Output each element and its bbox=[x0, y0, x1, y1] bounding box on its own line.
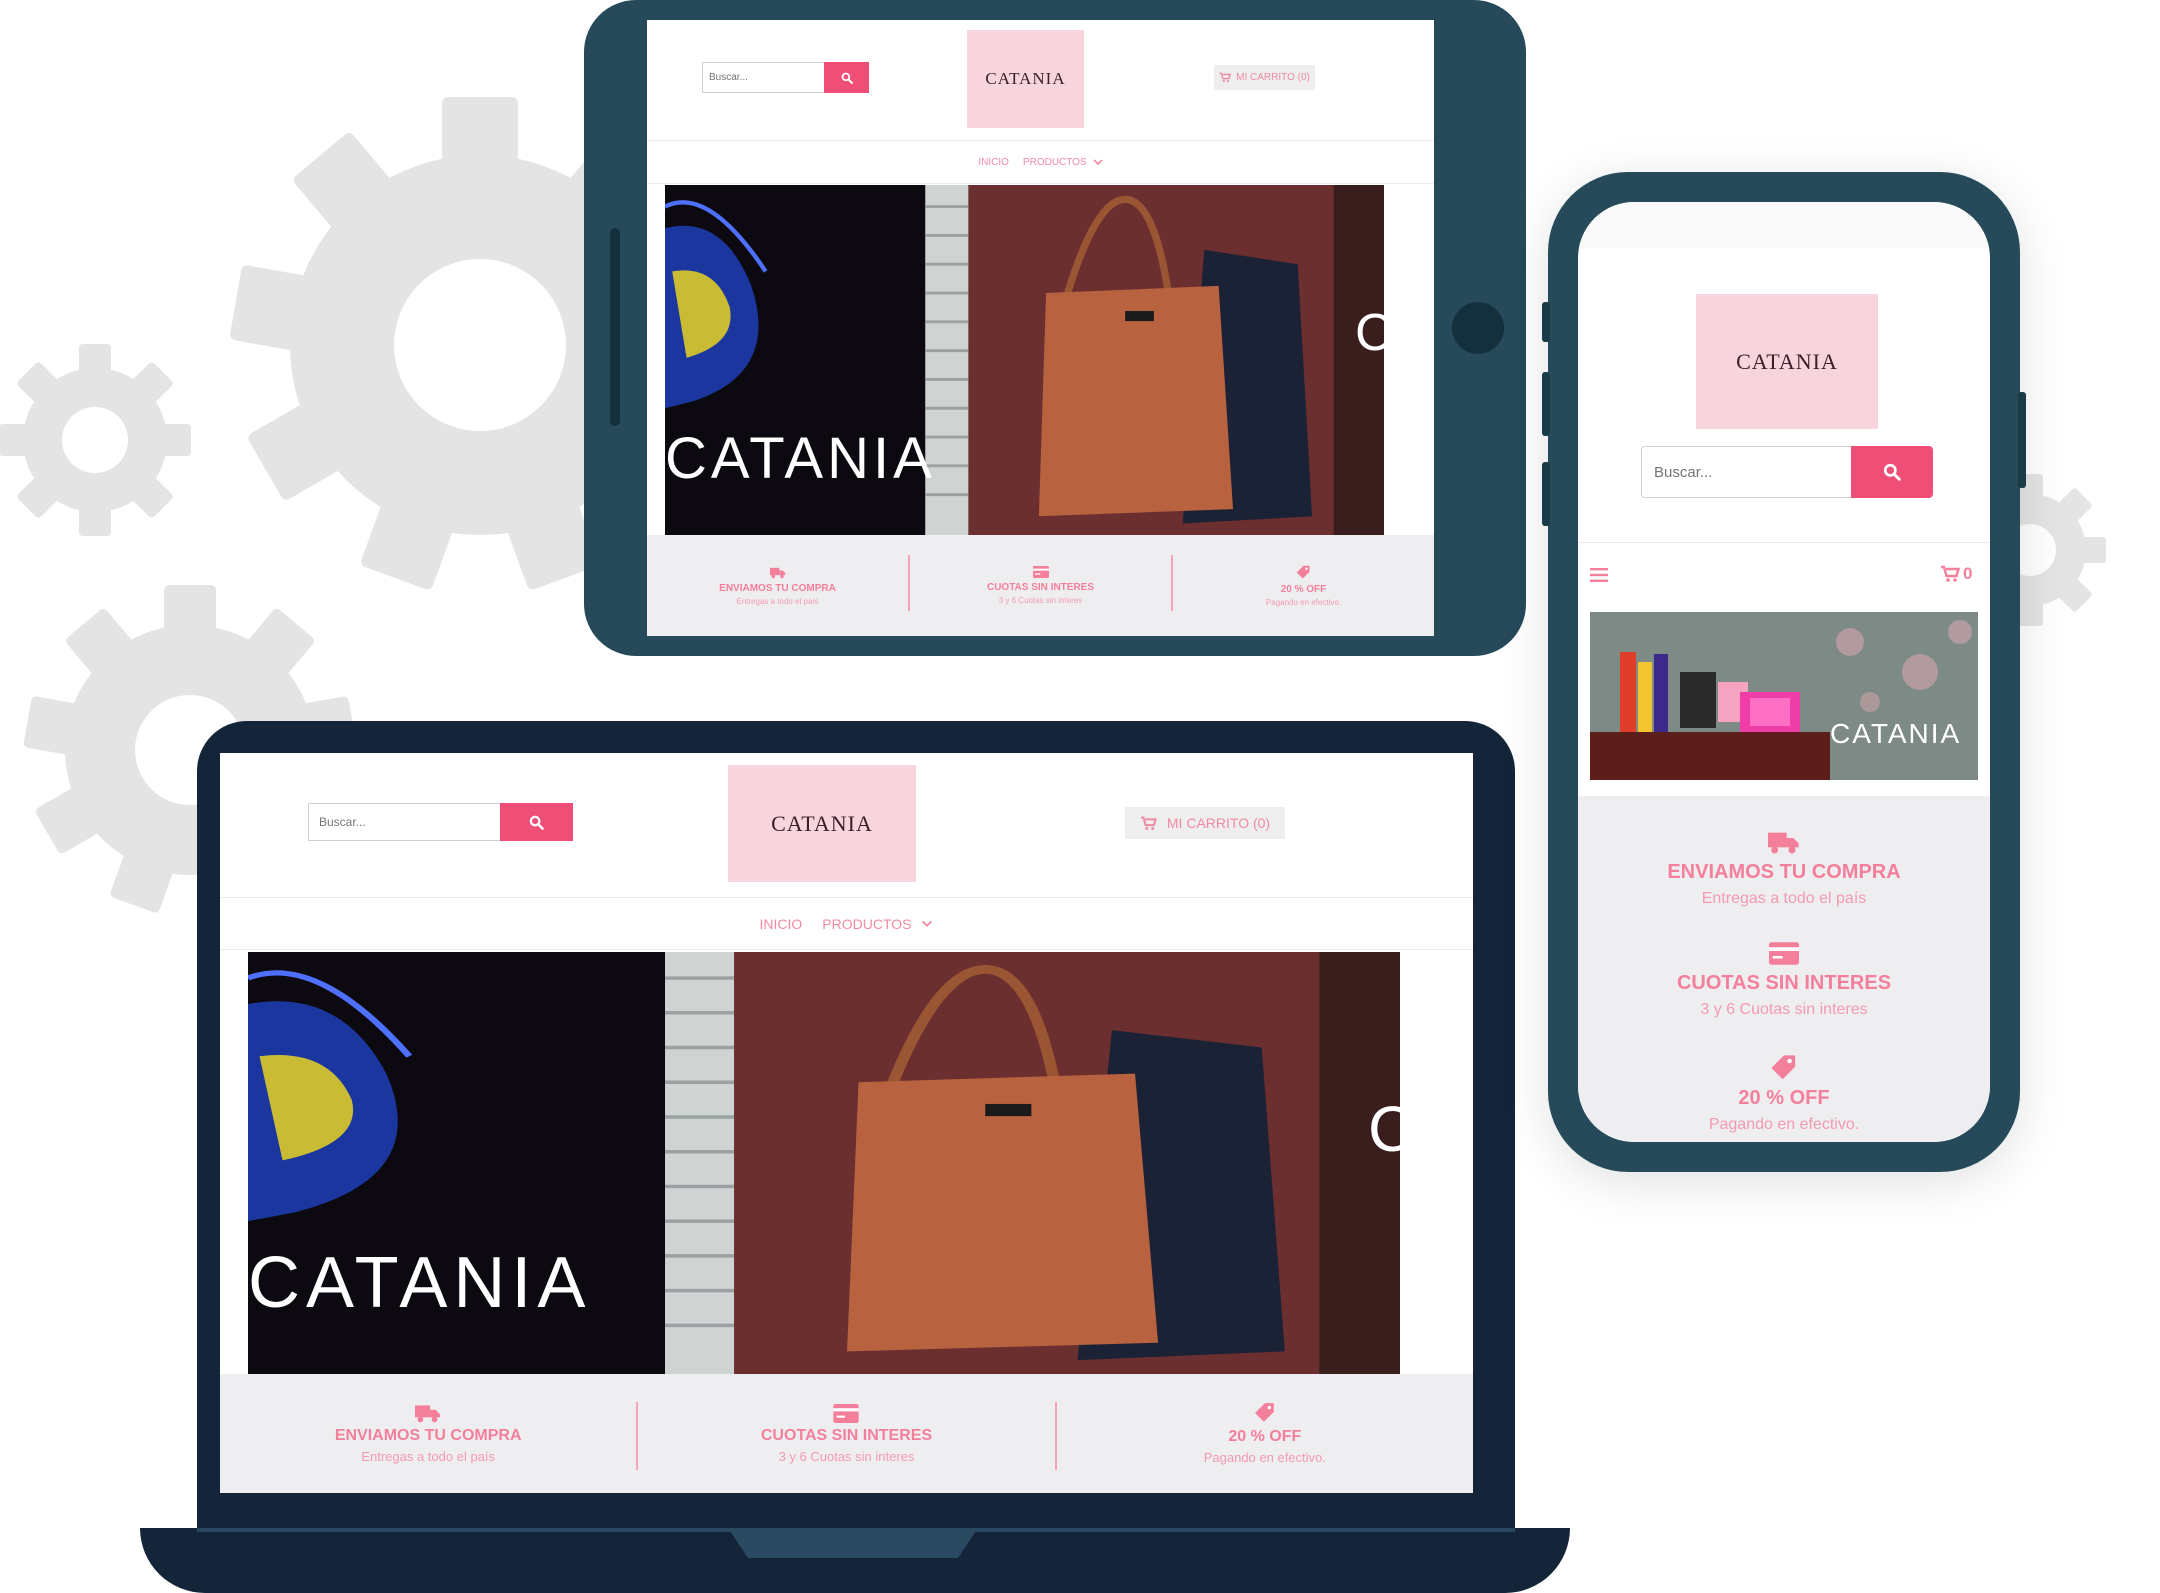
truck-icon bbox=[415, 1405, 441, 1423]
credit-card-icon bbox=[1769, 942, 1799, 965]
mobile-hero-image bbox=[1590, 612, 1978, 780]
hero-banner[interactable]: CATANIA C bbox=[248, 952, 1400, 1374]
search-bar bbox=[702, 62, 869, 93]
tag-icon bbox=[1254, 1403, 1274, 1422]
tag-icon bbox=[1771, 1055, 1796, 1080]
feature-title: CUOTAS SIN INTERES bbox=[986, 582, 1095, 593]
cart-icon bbox=[1219, 72, 1232, 83]
search-input[interactable] bbox=[308, 803, 500, 841]
feature-title: ENVIAMOS TU COMPRA bbox=[334, 1427, 522, 1444]
laptop-notch bbox=[728, 1528, 978, 1558]
feature-subtitle: Pagando en efectivo. bbox=[1203, 1450, 1326, 1465]
hamburger-menu-icon[interactable] bbox=[1590, 568, 1608, 582]
cart-button[interactable]: MI CARRITO (0) bbox=[1214, 65, 1315, 90]
feature-title: ENVIAMOS TU COMPRA bbox=[1667, 861, 1901, 883]
feature-item: ENVIAMOS TU COMPRA Entregas a todo el pa… bbox=[220, 1374, 636, 1493]
feature-title: 20 % OFF bbox=[1738, 1087, 1830, 1109]
feature-item: CUOTAS SIN INTERES 3 y 6 Cuotas sin inte… bbox=[1578, 942, 1990, 1019]
feature-item: 20 % OFF Pagando en efectivo. bbox=[1578, 1054, 1990, 1134]
feature-item: CUOTAS SIN INTERES 3 y 6 Cuotas sin inte… bbox=[910, 535, 1171, 636]
feature-title: CUOTAS SIN INTERES bbox=[1676, 972, 1892, 994]
phone-volume-button bbox=[1542, 372, 1550, 436]
feature-item: 20 % OFF Pagando en efectivo. bbox=[1173, 535, 1434, 636]
brand-logo[interactable]: CATANIA bbox=[1696, 294, 1878, 429]
features-list: ENVIAMOS TU COMPRA Entregas a todo el pa… bbox=[1578, 796, 1990, 1142]
hero-partial-letter: C bbox=[1355, 304, 1384, 362]
tablet-screen: CATANIA MI CARRITO (0) INICIO PRODUCTOS bbox=[647, 20, 1434, 636]
cart-icon bbox=[1140, 816, 1157, 830]
feature-subtitle: 3 y 6 Cuotas sin interes bbox=[998, 596, 1083, 605]
hero-overlay-text: CATANIA bbox=[665, 426, 936, 491]
search-button[interactable] bbox=[824, 62, 869, 93]
cart-label: MI CARRITO (0) bbox=[1236, 72, 1310, 83]
laptop-screen: CATANIA MI CARRITO (0) INICIO PRODUCTOS bbox=[220, 753, 1473, 1493]
feature-title: 20 % OFF bbox=[1280, 583, 1327, 595]
nav-item-inicio[interactable]: INICIO bbox=[760, 916, 803, 932]
brand-logo[interactable]: CATANIA bbox=[728, 765, 916, 882]
tablet-side-button bbox=[610, 228, 620, 426]
feature-title: ENVIAMOS TU COMPRA bbox=[719, 582, 836, 594]
search-icon bbox=[841, 72, 853, 84]
mobile-cart-button[interactable]: 0 bbox=[1940, 564, 1972, 584]
search-input[interactable] bbox=[1641, 446, 1851, 498]
search-icon bbox=[1883, 463, 1901, 481]
chevron-down-icon bbox=[922, 920, 933, 928]
search-icon bbox=[529, 815, 544, 830]
brand-logo[interactable]: CATANIA bbox=[967, 30, 1084, 128]
feature-item: CUOTAS SIN INTERES 3 y 6 Cuotas sin inte… bbox=[638, 1374, 1054, 1493]
laptop-device: CATANIA MI CARRITO (0) INICIO PRODUCTOS bbox=[197, 721, 1515, 1531]
features-bar: ENVIAMOS TU COMPRA Entregas a todo el pa… bbox=[647, 535, 1434, 636]
cart-label: MI CARRITO (0) bbox=[1166, 815, 1271, 831]
feature-subtitle: Entregas a todo el país bbox=[1701, 890, 1867, 907]
feature-title: CUOTAS SIN INTERES bbox=[760, 1426, 933, 1444]
hero-banner[interactable]: CATANIA C bbox=[665, 185, 1384, 535]
feature-subtitle: Pagando en efectivo. bbox=[1708, 1116, 1860, 1133]
search-input[interactable] bbox=[702, 62, 824, 93]
feature-subtitle: Pagando en efectivo. bbox=[1265, 597, 1342, 607]
search-bar bbox=[1641, 446, 1933, 498]
search-bar bbox=[308, 803, 573, 841]
feature-subtitle: Entregas a todo el país bbox=[736, 596, 819, 606]
phone-screen: CATANIA 0 bbox=[1578, 202, 1990, 1142]
mobile-cart-count: 0 bbox=[1963, 564, 1973, 583]
feature-subtitle: Entregas a todo el país bbox=[361, 1449, 496, 1464]
credit-card-icon bbox=[1032, 566, 1049, 578]
features-bar: ENVIAMOS TU COMPRA Entregas a todo el pa… bbox=[220, 1374, 1473, 1493]
cart-icon bbox=[1941, 565, 1960, 582]
phone-power-button bbox=[2018, 392, 2026, 488]
feature-subtitle: 3 y 6 Cuotas sin interes bbox=[778, 1448, 915, 1464]
credit-card-icon bbox=[833, 1403, 860, 1423]
truck-icon bbox=[769, 567, 785, 578]
feature-item: 20 % OFF Pagando en efectivo. bbox=[1057, 1374, 1473, 1493]
tablet-device: CATANIA MI CARRITO (0) INICIO PRODUCTOS bbox=[584, 0, 1526, 656]
nav-item-inicio[interactable]: INICIO bbox=[978, 157, 1009, 168]
hero-partial-letter: C bbox=[1368, 1093, 1400, 1165]
phone-volume-button bbox=[1542, 302, 1550, 342]
feature-title: 20 % OFF bbox=[1228, 1428, 1302, 1445]
chevron-down-icon bbox=[1093, 159, 1103, 166]
main-nav: INICIO PRODUCTOS bbox=[647, 140, 1434, 184]
phone-status-area bbox=[1578, 202, 1990, 248]
search-button[interactable] bbox=[1851, 446, 1933, 498]
phone-device: CATANIA 0 bbox=[1542, 172, 2026, 1172]
divider bbox=[1578, 542, 1990, 543]
hero-overlay-text: CATANIA bbox=[248, 1243, 592, 1323]
feature-item: ENVIAMOS TU COMPRA Entregas a todo el pa… bbox=[1578, 830, 1990, 908]
tag-icon bbox=[1296, 565, 1310, 578]
tablet-home-button bbox=[1452, 302, 1504, 354]
nav-item-productos[interactable]: PRODUCTOS bbox=[822, 916, 911, 932]
truck-icon bbox=[1768, 832, 1799, 854]
main-nav: INICIO PRODUCTOS bbox=[220, 897, 1473, 950]
search-button[interactable] bbox=[500, 803, 573, 841]
feature-item: ENVIAMOS TU COMPRA Entregas a todo el pa… bbox=[647, 535, 908, 636]
mobile-hero-overlay-text: CATANIA bbox=[1830, 718, 1962, 749]
feature-subtitle: 3 y 6 Cuotas sin interes bbox=[1700, 1001, 1868, 1018]
mobile-hero-banner[interactable]: CATANIA bbox=[1590, 612, 1978, 780]
cart-button[interactable]: MI CARRITO (0) bbox=[1125, 807, 1285, 839]
nav-item-productos[interactable]: PRODUCTOS bbox=[1023, 157, 1087, 168]
phone-volume-button bbox=[1542, 462, 1550, 526]
small-gear-icon bbox=[0, 344, 191, 536]
